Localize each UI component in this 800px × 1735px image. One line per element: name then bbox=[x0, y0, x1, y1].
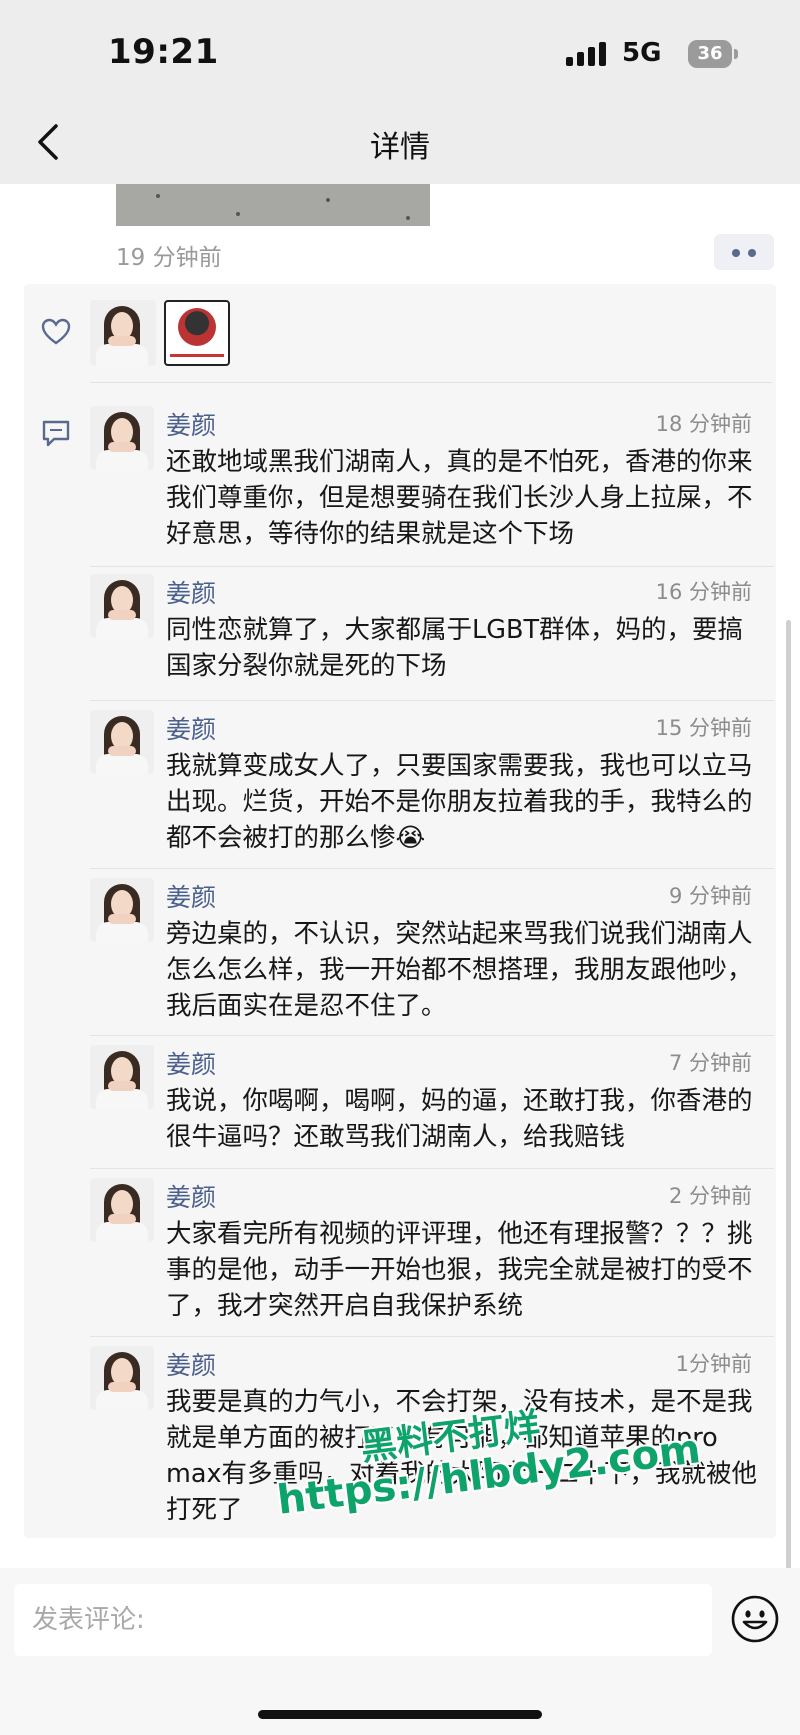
comment-item: 姜颜 1分钟前 我要是真的力气小，不会打架，没有技术，是不是我就是单方面的被打了… bbox=[90, 1346, 774, 1536]
status-time: 19:21 bbox=[108, 32, 219, 72]
avatar[interactable] bbox=[90, 1045, 154, 1109]
comment-author[interactable]: 姜颜 bbox=[166, 574, 216, 610]
avatar[interactable] bbox=[90, 710, 154, 774]
divider bbox=[90, 868, 774, 869]
like-avatar[interactable] bbox=[90, 300, 156, 366]
comment-author[interactable]: 姜颜 bbox=[166, 1346, 216, 1382]
avatar[interactable] bbox=[90, 1178, 154, 1242]
divider bbox=[90, 700, 774, 701]
comment-author[interactable]: 姜颜 bbox=[166, 1178, 216, 1214]
post-image[interactable] bbox=[116, 184, 430, 226]
comment-item: 姜颜 2 分钟前 大家看完所有视频的评评理，他还有理报警？？？挑事的是他，动手一… bbox=[90, 1178, 774, 1328]
comment-time: 9 分钟前 bbox=[668, 884, 752, 908]
comment-item: 姜颜 9 分钟前 旁边桌的，不认识，突然站起来骂我们说我们湖南人怎么怎么样，我一… bbox=[90, 878, 774, 1028]
comment-author[interactable]: 姜颜 bbox=[166, 878, 216, 914]
comment-time: 2 分钟前 bbox=[668, 1184, 752, 1208]
comment-text: 旁边桌的，不认识，突然站起来骂我们说我们湖南人怎么怎么样，我一开始都不想搭理，我… bbox=[166, 919, 753, 1021]
comment-text: 还敢地域黑我们湖南人，真的是不怕死，香港的你来我们尊重你，但是想要骑在我们长沙人… bbox=[166, 447, 753, 549]
comment-time: 1分钟前 bbox=[675, 1352, 752, 1376]
comment-icon bbox=[42, 420, 70, 447]
divider bbox=[90, 382, 772, 383]
comment-text: 同性恋就算了，大家都属于LGBT群体，妈的，要搞国家分裂你就是死的下场 bbox=[166, 615, 744, 681]
emoji-icon[interactable] bbox=[730, 1594, 780, 1644]
battery-level: 36 bbox=[697, 43, 723, 64]
comment-author[interactable]: 姜颜 bbox=[166, 710, 216, 746]
divider bbox=[90, 1035, 774, 1036]
comment-time: 18 分钟前 bbox=[655, 412, 752, 436]
comment-time: 16 分钟前 bbox=[655, 580, 752, 604]
comment-item: 姜颜 16 分钟前 同性恋就算了，大家都属于LGBT群体，妈的，要搞国家分裂你就… bbox=[90, 574, 774, 684]
avatar[interactable] bbox=[90, 1346, 154, 1410]
more-button[interactable] bbox=[714, 234, 774, 270]
comment-item: 姜颜 15 分钟前 我就算变成女人了，只要国家需要我，我也可以立马出现。烂货，开… bbox=[90, 710, 774, 860]
comment-author[interactable]: 姜颜 bbox=[166, 406, 216, 442]
page-title: 详情 bbox=[370, 130, 430, 165]
comment-item: 姜颜 18 分钟前 还敢地域黑我们湖南人，真的是不怕死，香港的你来我们尊重你，但… bbox=[90, 406, 774, 549]
nav-bar: 详情 bbox=[0, 100, 800, 184]
divider bbox=[90, 1336, 774, 1337]
post-time: 19 分钟前 bbox=[116, 245, 222, 271]
comment-time: 7 分钟前 bbox=[668, 1051, 752, 1075]
comment-author[interactable]: 姜颜 bbox=[166, 1045, 216, 1081]
battery-icon: 36 bbox=[688, 40, 738, 68]
signal-icon bbox=[566, 42, 610, 66]
comment-text: 我要是真的力气小，不会打架，没有技术，是不是我就是单方面的被打了，有可能，都知道… bbox=[166, 1387, 758, 1525]
avatar[interactable] bbox=[90, 406, 154, 470]
comment-text: 大家看完所有视频的评评理，他还有理报警？？？挑事的是他，动手一开始也狠，我完全就… bbox=[166, 1219, 753, 1321]
comment-input-bar bbox=[0, 1568, 800, 1735]
divider bbox=[90, 566, 774, 567]
comment-text: 我就算变成女人了，只要国家需要我，我也可以立马出现。烂货，开始不是你朋友拉着我的… bbox=[166, 751, 753, 853]
heart-icon bbox=[41, 318, 71, 345]
divider bbox=[90, 1168, 774, 1169]
comment-text: 我说，你喝啊，喝啊，妈的逼，还敢打我，你香港的很牛逼吗？还敢骂我们湖南人，给我赔… bbox=[166, 1086, 753, 1152]
network-type: 5G bbox=[622, 38, 662, 68]
home-indicator bbox=[258, 1710, 542, 1719]
comment-input[interactable] bbox=[14, 1584, 712, 1656]
status-bar: 19:21 5G 36 bbox=[0, 0, 800, 100]
avatar[interactable] bbox=[90, 878, 154, 942]
comment-item: 姜颜 7 分钟前 我说，你喝啊，喝啊，妈的逼，还敢打我，你香港的很牛逼吗？还敢骂… bbox=[90, 1045, 774, 1155]
avatar[interactable] bbox=[90, 574, 154, 638]
scrollbar[interactable] bbox=[786, 620, 791, 1570]
comment-time: 15 分钟前 bbox=[655, 716, 752, 740]
like-avatar[interactable] bbox=[164, 300, 230, 366]
